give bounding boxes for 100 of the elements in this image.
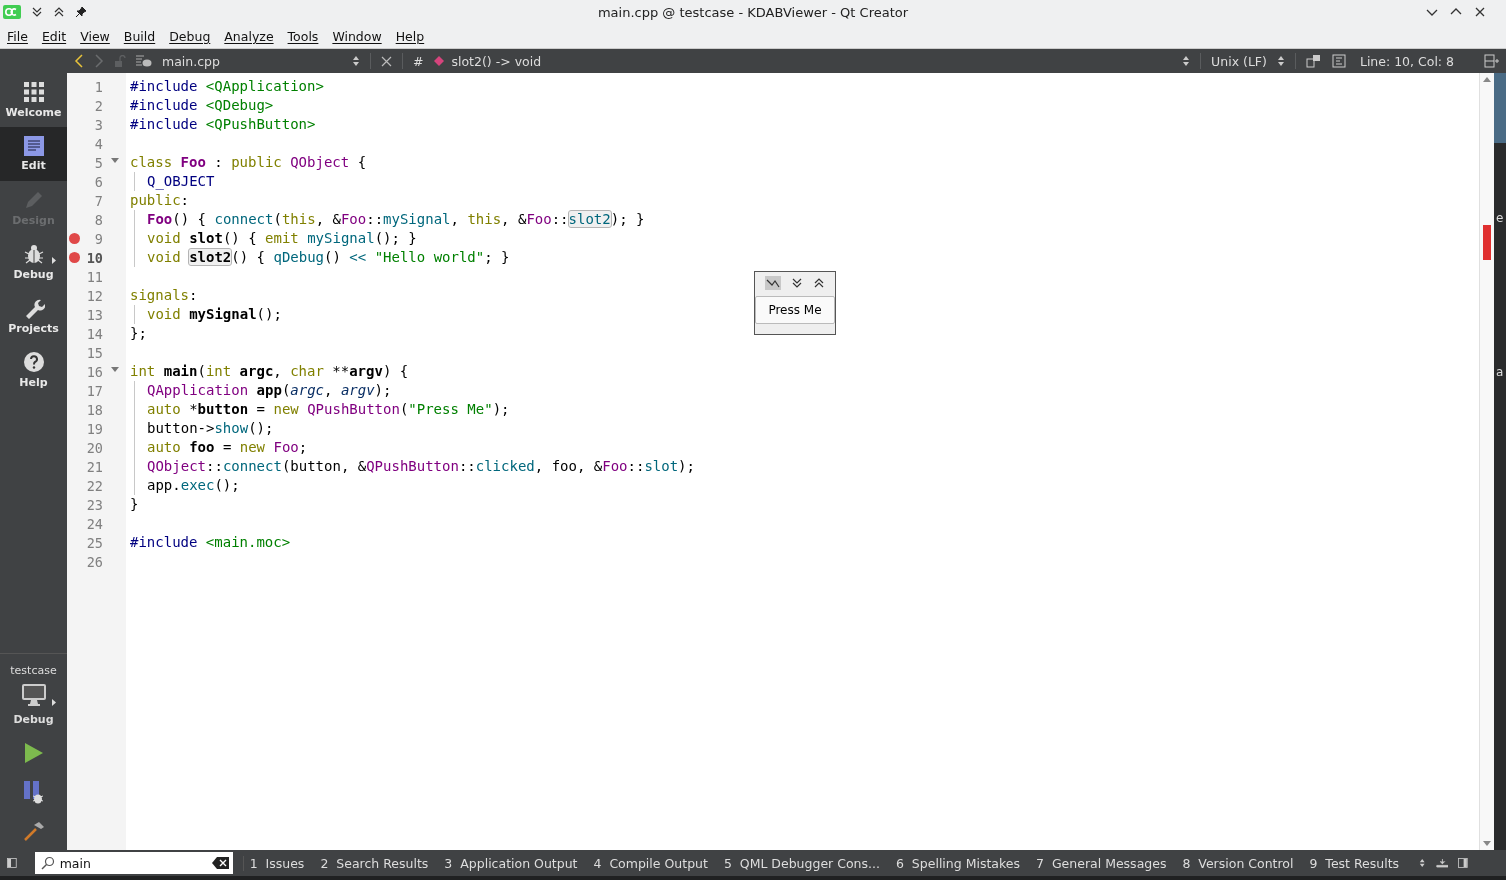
mode-button[interactable]: Welcome bbox=[0, 73, 67, 127]
code-line: #include <QDebug> bbox=[130, 97, 274, 113]
fold-arrow-icon[interactable] bbox=[110, 158, 119, 163]
output-pane-tab[interactable]: 2 Search Results bbox=[320, 855, 429, 871]
debug-run-icon[interactable] bbox=[22, 780, 45, 804]
line-number: 4 bbox=[93, 135, 103, 152]
scroll-up-icon[interactable] bbox=[1483, 77, 1491, 82]
breakpoint-scroll-marker bbox=[1483, 225, 1491, 260]
breakpoint-marker[interactable] bbox=[68, 252, 80, 263]
hammer-icon[interactable] bbox=[22, 820, 45, 842]
output-pane-tab[interactable]: 5 QML Debugger Cons... bbox=[723, 855, 880, 871]
mode-button[interactable]: Help bbox=[0, 343, 67, 397]
close-icon[interactable] bbox=[381, 55, 392, 67]
code-line: Foo() { connect(this, &Foo::mySignal, this, &Foo::slot2); } bbox=[147, 211, 645, 227]
line-number: 6 bbox=[93, 173, 103, 190]
code-line: auto *button = new QPushButton("Press Me"); bbox=[147, 401, 510, 417]
line-number: 12 bbox=[85, 287, 103, 304]
close-icon[interactable] bbox=[1474, 6, 1486, 18]
code-line: #include <QApplication> bbox=[130, 78, 324, 94]
code-line: auto foo = new Foo; bbox=[147, 439, 308, 455]
menu-item[interactable]: Analyze bbox=[224, 28, 274, 44]
run-icon[interactable] bbox=[23, 742, 44, 764]
menu-item[interactable]: Window bbox=[332, 28, 382, 44]
line-number: 13 bbox=[85, 306, 103, 323]
code-line: #include <QPushButton> bbox=[130, 116, 316, 132]
fold-arrow-icon[interactable] bbox=[110, 367, 119, 372]
symbol-selector[interactable]: slot2() -> void bbox=[451, 53, 542, 69]
maximize-panel-icon[interactable] bbox=[1435, 857, 1449, 869]
line-number: 25 bbox=[85, 534, 103, 551]
double-chevron-down-icon[interactable] bbox=[31, 6, 43, 18]
output-pane-tab[interactable]: 6 Spelling Mistakes bbox=[895, 855, 1020, 871]
clear-icon[interactable] bbox=[211, 857, 229, 869]
line-number: 19 bbox=[85, 420, 103, 437]
search-field[interactable]: main bbox=[34, 852, 233, 874]
mode-button[interactable]: Debug bbox=[0, 235, 67, 289]
right-sidebar-toggle-icon[interactable] bbox=[1458, 857, 1468, 869]
pin-icon[interactable] bbox=[75, 6, 87, 18]
output-pane-tab[interactable]: 7 General Messages bbox=[1036, 855, 1167, 871]
double-chevron-up-icon[interactable] bbox=[53, 6, 65, 18]
line-number: 2 bbox=[93, 97, 103, 114]
menu-item[interactable]: Help bbox=[395, 28, 425, 44]
menu-item[interactable]: File bbox=[7, 28, 28, 44]
menu-item[interactable]: Build bbox=[123, 28, 156, 44]
app-icon bbox=[765, 276, 781, 290]
code-line: void slot2() { qDebug() << "Hello world"; } bbox=[147, 249, 510, 265]
press-me-button[interactable]: Press Me bbox=[755, 296, 835, 324]
line-number: 24 bbox=[85, 515, 103, 532]
line-number: 1 bbox=[93, 78, 103, 95]
sidebar-toggle-icon[interactable] bbox=[7, 857, 17, 869]
file-selector[interactable]: main.cpp bbox=[162, 53, 342, 69]
code-line: public: bbox=[130, 192, 189, 208]
filter-field[interactable]: main bbox=[59, 855, 207, 871]
menu-item[interactable]: View bbox=[80, 28, 110, 44]
mode-button[interactable]: Edit bbox=[0, 127, 67, 181]
background-window-text: a bbox=[1496, 365, 1504, 379]
split-icon[interactable] bbox=[1484, 54, 1500, 68]
line-number: 7 bbox=[93, 192, 103, 209]
code-line: Q_OBJECT bbox=[147, 173, 215, 189]
output-pane-tab[interactable]: 3 Application Output bbox=[444, 855, 578, 871]
menu-item[interactable]: Debug bbox=[169, 28, 211, 44]
output-pane-tab[interactable]: 9 Test Results bbox=[1309, 855, 1400, 871]
document-icon[interactable] bbox=[1331, 54, 1346, 68]
background-window-text: e bbox=[1496, 211, 1504, 225]
line-number: 20 bbox=[85, 439, 103, 456]
class-view-icon[interactable] bbox=[1305, 54, 1322, 68]
menu-item[interactable]: Edit bbox=[41, 28, 67, 44]
monitor-icon bbox=[20, 683, 47, 707]
updown-icon[interactable] bbox=[1276, 55, 1285, 67]
updown-icon[interactable] bbox=[1182, 55, 1191, 67]
line-number: 16 bbox=[85, 363, 103, 380]
output-pane-tab[interactable]: 4 Compile Output bbox=[593, 855, 708, 871]
submenu-arrow-icon bbox=[52, 699, 56, 706]
line-number: 10 bbox=[85, 249, 103, 266]
updown-icon[interactable] bbox=[1419, 857, 1426, 869]
code-line: void slot() { emit mySignal(); } bbox=[147, 230, 417, 246]
code-line: }; bbox=[130, 325, 147, 341]
search-icon bbox=[40, 856, 55, 870]
code-line: #include <main.moc> bbox=[130, 534, 291, 550]
output-pane-tab[interactable]: 1 Issues bbox=[249, 855, 305, 871]
bug-icon bbox=[22, 243, 45, 265]
output-pane-tab[interactable]: 8 Version Control bbox=[1182, 855, 1294, 871]
code-line: } bbox=[130, 496, 139, 512]
breakpoint-marker[interactable] bbox=[68, 233, 80, 244]
mode-button[interactable]: Projects bbox=[0, 289, 67, 343]
cursor-position[interactable]: Line: 10, Col: 8 bbox=[1359, 53, 1454, 69]
double-chevron-down-icon[interactable] bbox=[791, 277, 803, 289]
menu-item[interactable]: Tools bbox=[287, 28, 319, 44]
scrollbar[interactable] bbox=[1479, 73, 1494, 850]
scroll-down-icon[interactable] bbox=[1483, 841, 1491, 846]
line-ending-selector[interactable]: Unix (LF) bbox=[1211, 53, 1267, 69]
lock-icon bbox=[114, 55, 126, 67]
line-number: 17 bbox=[85, 382, 103, 399]
line-number: 21 bbox=[85, 458, 103, 475]
back-icon[interactable] bbox=[74, 54, 84, 68]
line-number: 3 bbox=[93, 116, 103, 133]
code-line: signals: bbox=[130, 287, 198, 303]
updown-icon[interactable] bbox=[352, 55, 360, 67]
line-number: 22 bbox=[85, 477, 103, 494]
double-chevron-up-icon[interactable] bbox=[813, 277, 825, 289]
line-number: 5 bbox=[93, 154, 103, 171]
